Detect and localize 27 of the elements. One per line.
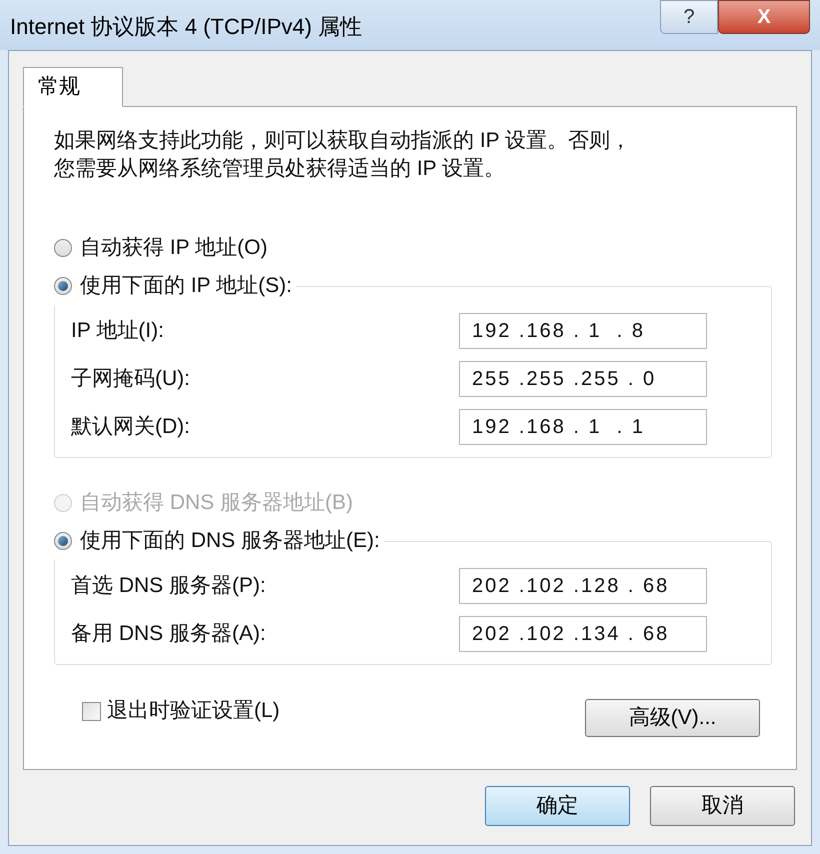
field-label: 子网掩码(U): (71, 366, 190, 392)
description-line: 如果网络支持此功能，则可以获取自动指派的 IP 设置。否则， (54, 128, 632, 154)
tab[interactable]: 常规 (23, 67, 123, 107)
description-line: 您需要从网络系统管理员处获得适当的 IP 设置。 (54, 156, 506, 182)
radio-label: 自动获得 DNS 服务器地址(B) (80, 490, 353, 516)
help-button[interactable]: ? (660, 0, 718, 34)
checkbox[interactable] (82, 702, 101, 720)
radio-label: 自动获得 IP 地址(O) (80, 235, 268, 262)
radio-button[interactable] (54, 277, 72, 295)
ip-address-field[interactable]: 202 .102 .134 . 68 (459, 616, 707, 652)
field-label: 默认网关(D): (71, 414, 190, 440)
radio-button[interactable] (54, 239, 72, 257)
radio-button[interactable] (54, 532, 72, 550)
ip-address-field[interactable]: 255 .255 .255 . 0 (459, 361, 707, 397)
cancel-button[interactable]: 取消 (650, 786, 795, 826)
ip-address-field[interactable]: 192 .168 . 1 . 1 (459, 409, 707, 445)
ok-button[interactable]: 确定 (485, 786, 630, 826)
ip-address-field[interactable]: 192 .168 . 1 . 8 (459, 313, 707, 349)
checkbox-label: 退出时验证设置(L) (107, 698, 280, 724)
ip-address-field[interactable]: 202 .102 .128 . 68 (459, 568, 707, 604)
advanced-button[interactable]: 高级(V)... (585, 699, 760, 737)
field-label: IP 地址(I): (71, 318, 164, 344)
window-title: Internet 协议版本 4 (TCP/IPv4) 属性 (10, 13, 362, 41)
radio-label: 使用下面的 IP 地址(S): (80, 273, 292, 300)
field-label: 备用 DNS 服务器(A): (71, 621, 266, 648)
field-label: 首选 DNS 服务器(P): (71, 573, 266, 600)
radio-label: 使用下面的 DNS 服务器地址(E): (80, 528, 380, 554)
